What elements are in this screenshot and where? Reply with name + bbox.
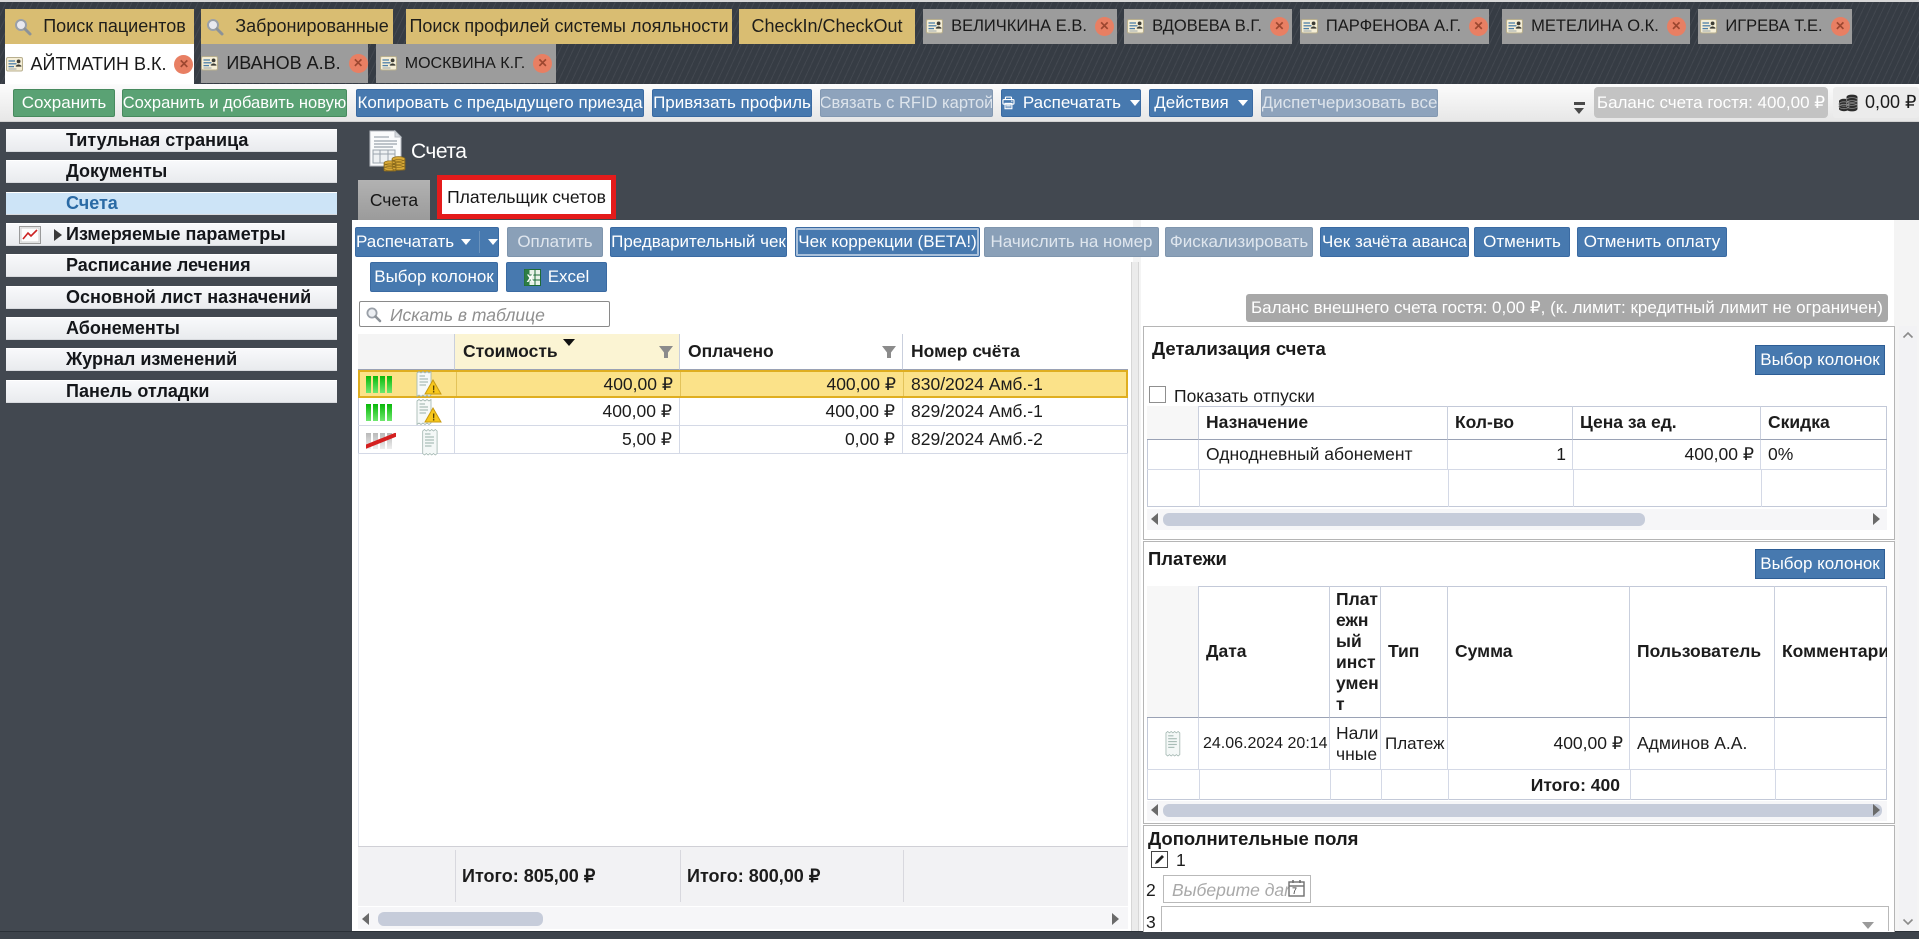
svg-text:!: ! [432,385,435,396]
svg-text:7: 7 [1292,886,1297,896]
svg-text:!: ! [432,413,435,424]
svg-text:X: X [526,273,534,285]
